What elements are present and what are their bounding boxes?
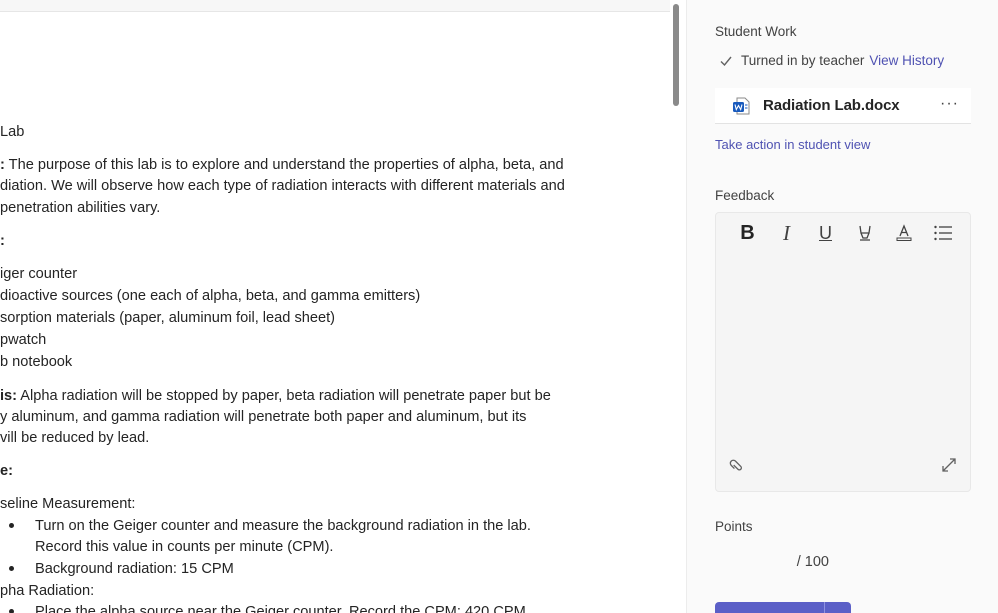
hypothesis-line-2: y aluminum, and gamma radiation will pen… xyxy=(0,409,527,425)
expand-arrows-icon xyxy=(942,458,956,472)
bullet-icon xyxy=(9,609,14,613)
font-color-button[interactable] xyxy=(884,213,923,253)
material-item: pwatch xyxy=(0,332,47,348)
points-heading: Points xyxy=(715,519,753,534)
procedure-bullet: Turn on the Geiger counter and measure t… xyxy=(35,518,531,534)
objective-line-2: diation. We will observe how each type o… xyxy=(0,178,565,194)
bullet-list-button[interactable] xyxy=(923,213,962,253)
material-item: b notebook xyxy=(0,354,73,370)
objective-line-3: penetration abilities vary. xyxy=(0,200,161,216)
attach-icon[interactable] xyxy=(725,453,754,482)
materials-label: : xyxy=(0,233,5,249)
bullet-icon xyxy=(9,566,14,571)
procedure-bullet: Background radiation: 15 CPM xyxy=(35,561,234,577)
points-total: / 100 xyxy=(796,554,829,570)
file-name: Radiation Lab.docx xyxy=(763,97,900,114)
grading-side-panel: Student Work Turned in by teacher View H… xyxy=(686,0,998,613)
font-color-icon xyxy=(896,224,911,241)
hypothesis-line-3: vill be reduced by lead. xyxy=(0,430,150,446)
view-history-link[interactable]: View History xyxy=(869,53,944,68)
word-doc-icon xyxy=(733,97,750,114)
document-pane: Lab : The purpose of this lab is to expl… xyxy=(0,0,686,613)
return-button[interactable] xyxy=(715,602,851,613)
turned-in-status: Turned in by teacher View History xyxy=(719,53,944,68)
document-scrollbar[interactable] xyxy=(673,4,679,106)
expand-icon[interactable] xyxy=(940,456,958,479)
feedback-editor: B I U xyxy=(715,212,971,492)
document-top-bar xyxy=(0,0,670,12)
more-options-icon[interactable]: ··· xyxy=(940,95,959,113)
bold-button[interactable]: B xyxy=(728,213,767,253)
material-item: sorption materials (paper, aluminum foil… xyxy=(0,310,336,326)
material-item: iger counter xyxy=(0,266,78,282)
highlight-button[interactable] xyxy=(845,213,884,253)
material-item: dioactive sources (one each of alpha, be… xyxy=(0,288,421,304)
procedure-step-1: seline Measurement: xyxy=(0,496,136,512)
objective-line-1: : The purpose of this lab is to explore … xyxy=(0,157,564,173)
paperclip-icon xyxy=(729,459,742,471)
bullet-list-icon xyxy=(933,225,952,241)
take-action-link[interactable]: Take action in student view xyxy=(715,137,870,152)
hypothesis-line-1: is: Alpha radiation will be stopped by p… xyxy=(0,388,551,404)
bullet-icon xyxy=(9,523,14,528)
italic-button[interactable]: I xyxy=(767,213,806,253)
document-title: Lab xyxy=(0,124,25,140)
feedback-text-area[interactable] xyxy=(716,253,970,453)
underline-button[interactable]: U xyxy=(806,213,845,253)
hypothesis-label: is: xyxy=(0,388,18,404)
split-button-divider xyxy=(824,602,825,613)
procedure-step-2: pha Radiation: xyxy=(0,583,95,599)
points-input[interactable]: / 100 xyxy=(715,545,839,579)
checkmark-icon xyxy=(720,56,732,66)
procedure-bullet-continuation: Record this value in counts per minute (… xyxy=(35,539,334,555)
student-work-heading: Student Work xyxy=(715,24,797,39)
procedure-label: e: xyxy=(0,463,13,479)
feedback-toolbar: B I U xyxy=(716,213,970,253)
procedure-bullet: Place the alpha source near the Geiger c… xyxy=(35,604,526,613)
highlighter-icon xyxy=(858,225,871,241)
attached-file-card[interactable]: Radiation Lab.docx ··· xyxy=(715,88,971,124)
feedback-heading: Feedback xyxy=(715,188,775,203)
